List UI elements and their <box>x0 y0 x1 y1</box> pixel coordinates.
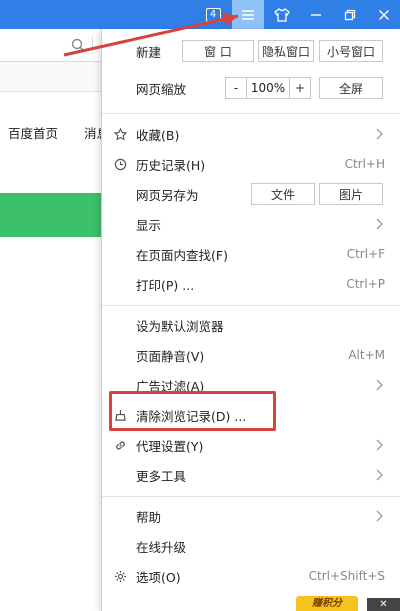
earn-points-badge[interactable]: 赚积分 <box>296 596 358 611</box>
annotation-arrow <box>63 13 239 57</box>
annotation-highlight-box <box>109 391 276 431</box>
corner-close-icon[interactable]: ✕ <box>367 598 400 611</box>
